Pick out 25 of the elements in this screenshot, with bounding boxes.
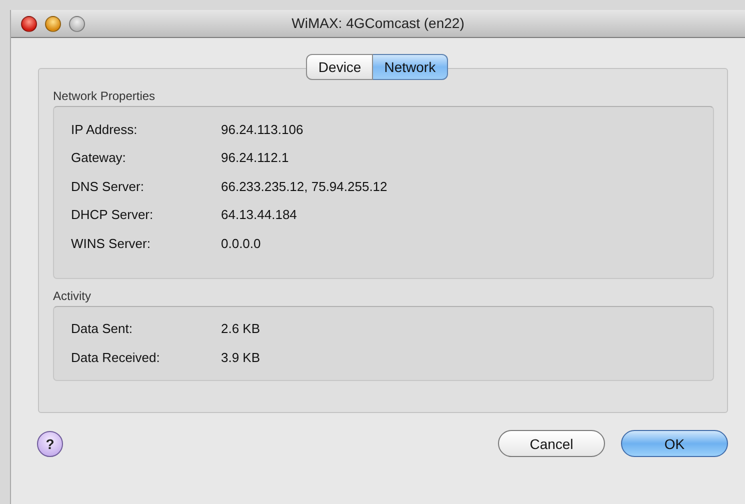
group-title: Network Properties: [53, 89, 156, 103]
field-value: 66.233.235.12, 75.94.255.12: [221, 178, 388, 194]
group-title: Activity: [53, 288, 92, 302]
field-label: Gateway:: [71, 150, 127, 166]
field-label: Data Sent:: [71, 321, 134, 336]
window-title: WiMAX: 4GComcast (en22): [292, 15, 464, 31]
tab[interactable]: Device: [306, 54, 374, 80]
close-icon[interactable]: [21, 16, 37, 32]
field-value: 2.6 KB: [221, 321, 260, 336]
dialog-button[interactable]: OK: [621, 430, 728, 457]
zoom-icon[interactable]: [69, 16, 85, 32]
field-label: Data Received:: [71, 350, 161, 365]
field-label: IP Address:: [71, 122, 138, 137]
field-label: DNS Server:: [71, 178, 145, 194]
field-label: WINS Server:: [71, 236, 152, 251]
field-value: 3.9 KB: [221, 350, 260, 365]
dialog-button[interactable]: Cancel: [498, 430, 605, 457]
field-value: 64.13.44.184: [221, 207, 297, 222]
field-value: 96.24.112.1: [221, 150, 289, 166]
field-label: DHCP Server:: [71, 207, 154, 222]
help-button[interactable]: ?: [37, 430, 63, 456]
field-value: 0.0.0.0: [221, 236, 261, 251]
tab[interactable]: Network: [373, 54, 448, 80]
minimize-icon[interactable]: [45, 16, 61, 32]
field-value: 96.24.113.106: [221, 122, 304, 137]
